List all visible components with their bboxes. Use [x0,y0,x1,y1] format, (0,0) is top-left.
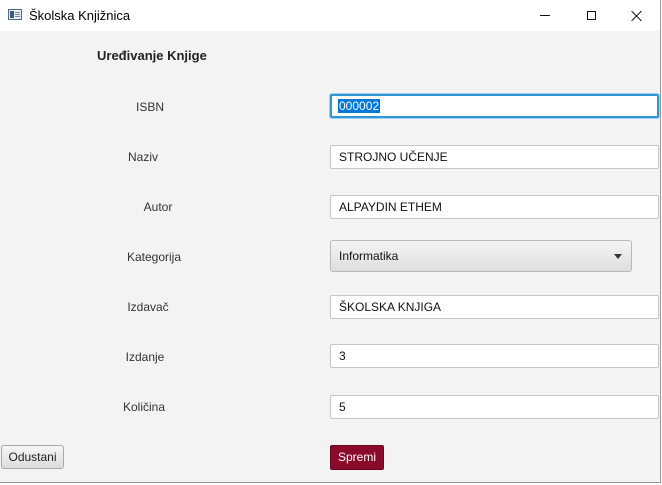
save-button[interactable]: Spremi [330,445,384,470]
chevron-down-icon [614,254,622,259]
maximize-button[interactable] [568,0,614,31]
isbn-value: 000002 [338,99,381,113]
izdavac-label: Izdavač [127,300,169,314]
kolicina-label: Količina [122,400,166,414]
close-icon [631,10,643,22]
naziv-field[interactable]: STROJNO UČENJE [330,145,659,169]
izdavac-field[interactable]: ŠKOLSKA KNJIGA [330,295,659,319]
kategorija-label: Kategorija [126,250,182,264]
kategorija-select[interactable]: Informatika [330,240,632,272]
naziv-label: Naziv [127,150,158,164]
isbn-label: ISBN [135,100,164,114]
app-window-icon [8,9,22,20]
izdanje-label: Izdanje [125,350,165,364]
maximize-icon [586,11,596,20]
minimize-icon [540,15,550,16]
kategorija-value: Informatika [339,249,399,263]
close-button[interactable] [614,0,660,31]
kolicina-field[interactable]: 5 [330,395,659,419]
autor-field[interactable]: ALPAYDIN ETHEM [330,195,659,219]
window-title: Školska Knjižnica [29,8,131,23]
isbn-field[interactable]: 000002 [330,94,659,118]
minimize-button[interactable] [522,0,568,31]
app-window: Školska Knjižnica Uređivanje Knjige ISBN… [0,0,661,483]
form-title: Uređivanje Knjige [97,48,207,63]
autor-label: Autor [143,200,173,214]
cancel-button[interactable]: Odustani [1,445,64,469]
title-bar[interactable]: Školska Knjižnica [0,0,660,31]
izdanje-field[interactable]: 3 [330,344,659,368]
